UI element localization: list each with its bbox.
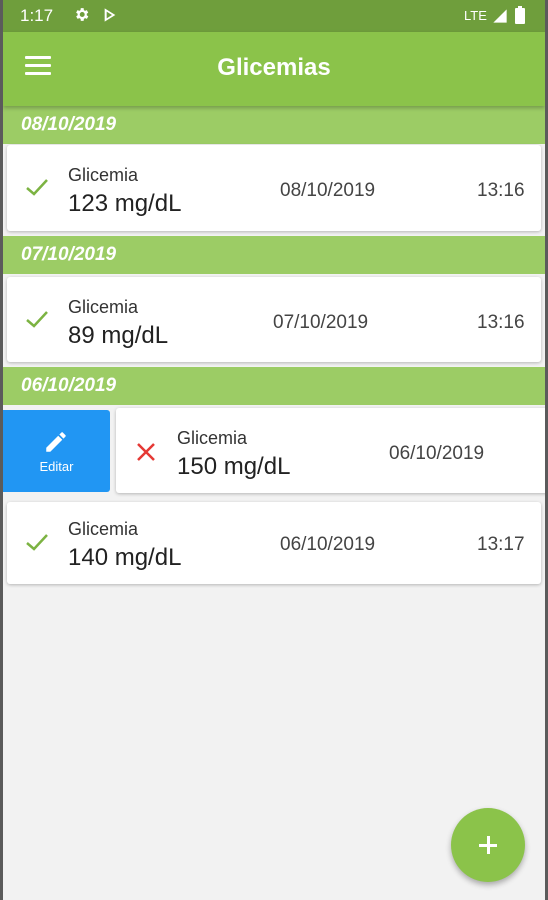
- add-entry-button[interactable]: [451, 808, 525, 882]
- glucose-entry-card[interactable]: Glicemia 123 mg/dL 08/10/2019 13:16: [7, 145, 541, 231]
- check-icon: [25, 309, 49, 334]
- check-icon: [25, 532, 49, 557]
- edit-swipe-button[interactable]: Editar: [3, 410, 110, 492]
- check-icon: [25, 177, 49, 202]
- entry-label: Glicemia: [177, 428, 248, 448]
- entry-value: 150 mg/dL: [177, 453, 291, 480]
- status-time: 1:17: [20, 6, 54, 25]
- x-icon: [136, 442, 156, 467]
- network-type: LTE: [464, 8, 487, 23]
- signal-icon: [492, 8, 508, 29]
- entry-date: 06/10/2019: [280, 534, 376, 555]
- section-header-date: 06/10/2019: [3, 367, 545, 405]
- plus-icon-stroke: [487, 836, 490, 854]
- entry-value: 89 mg/dL: [68, 322, 169, 349]
- pencil-icon: [43, 429, 69, 460]
- entry-label: Glicemia: [68, 297, 139, 317]
- glucose-entry-card[interactable]: Glicemia 89 mg/dL 07/10/2019 13:16: [7, 277, 541, 362]
- settings-icon: [73, 6, 90, 28]
- entry-time: 13:16: [477, 180, 525, 201]
- play-store-icon: [102, 7, 118, 28]
- entry-date: 06/10/2019: [389, 443, 485, 464]
- section-header-date: 07/10/2019: [3, 236, 545, 274]
- entry-time: 13:16: [477, 312, 525, 333]
- section-header-date: 08/10/2019: [3, 106, 545, 144]
- phone-screen: 1:17 LTE Glicemias 08/10/2019 Glicemia 1…: [3, 0, 545, 900]
- entry-value: 140 mg/dL: [68, 544, 182, 571]
- entry-label: Glicemia: [68, 519, 139, 539]
- app-bar: Glicemias: [3, 32, 545, 106]
- entry-label: Glicemia: [68, 165, 139, 185]
- entry-value: 123 mg/dL: [68, 190, 182, 217]
- page-title: Glicemias: [217, 54, 331, 81]
- glucose-entry-card[interactable]: Glicemia 140 mg/dL 06/10/2019 13:17: [7, 502, 541, 584]
- edit-label: Editar: [39, 459, 74, 474]
- battery-icon: [515, 6, 525, 29]
- entry-date: 07/10/2019: [273, 312, 369, 333]
- glucose-entry-card-swiped[interactable]: Glicemia 150 mg/dL 06/10/2019: [116, 408, 545, 493]
- status-bar: 1:17 LTE: [3, 0, 545, 32]
- entry-date: 08/10/2019: [280, 180, 376, 201]
- entry-time: 13:17: [477, 534, 525, 555]
